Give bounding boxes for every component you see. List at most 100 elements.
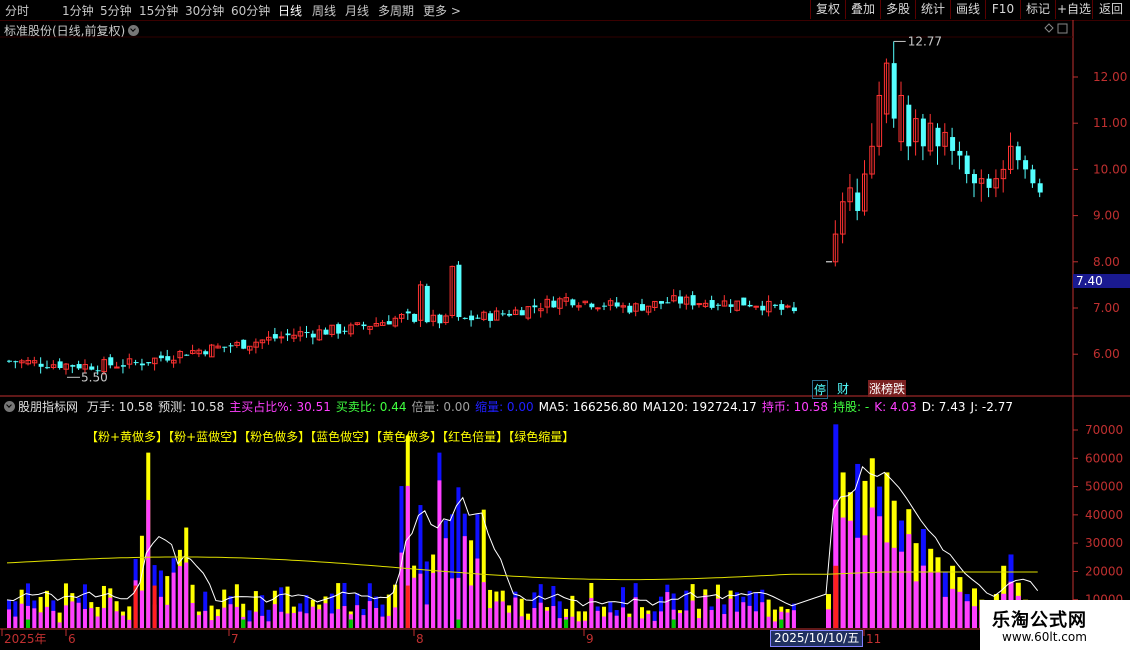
volume-bar-red — [833, 565, 839, 628]
volume-bar-pink — [753, 611, 758, 628]
indicator-value: MA120: 192724.17 — [642, 400, 757, 414]
volume-bar-pink — [19, 603, 24, 628]
candle-body — [920, 118, 926, 147]
dropdown-icon[interactable] — [128, 25, 140, 36]
indicator-dropdown-icon[interactable] — [4, 401, 15, 412]
volume-bar-pink — [899, 551, 904, 628]
volume-bar-pink — [146, 499, 151, 628]
volume-bar-pink — [734, 611, 739, 628]
volume-bar-pink — [595, 610, 600, 628]
candle-body — [791, 307, 797, 312]
volume-bar-pink — [847, 520, 853, 628]
volume-bar-pink — [633, 597, 638, 628]
price-tick-label: 7.00 — [1093, 301, 1120, 315]
volume-bar-pink — [747, 605, 752, 628]
volume-bar-pink — [855, 537, 861, 628]
volume-tick-label: 70000 — [1085, 423, 1123, 437]
volume-bar-pink — [614, 615, 619, 628]
date-tick-label: 8 — [416, 632, 424, 646]
volume-bar-pink — [519, 616, 524, 628]
volume-bar-pink — [709, 610, 714, 628]
volume-bar-pink — [469, 585, 474, 628]
volume-bar-pink — [684, 610, 689, 628]
volume-bar-pink — [342, 606, 347, 628]
volume-bar-pink — [696, 618, 701, 628]
volume-bar-pink — [431, 572, 436, 628]
candle-body — [747, 304, 753, 307]
volume-bar-pink — [228, 604, 233, 628]
legend-item: 【绿色缩量】 — [508, 430, 575, 444]
high-label: 12.77 — [908, 34, 942, 48]
indicator-value: J: -2.77 — [970, 400, 1013, 414]
candle-body — [602, 305, 608, 307]
candle-body — [1037, 183, 1043, 193]
volume-bar-pink — [964, 601, 970, 628]
volume-bar-pink — [481, 582, 486, 628]
volume-bar-pink — [869, 507, 875, 628]
volume-bar-pink — [513, 597, 518, 628]
volume-bar-pink — [677, 613, 682, 628]
candle-body — [696, 303, 702, 306]
candle-body — [146, 362, 152, 364]
volume-bar-pink — [63, 605, 68, 628]
volume-bar-pink — [32, 608, 37, 628]
indicator-value: 持币: 10.58 — [761, 400, 829, 414]
candle-body — [437, 314, 443, 324]
volume-bar-pink — [266, 621, 271, 628]
price-tick-label: 10.00 — [1093, 162, 1127, 176]
candle-body — [1030, 169, 1036, 184]
volume-bar-pink — [158, 596, 163, 628]
event-tag-suspend[interactable]: 停 — [812, 380, 829, 399]
indicator-name[interactable]: 股朋指标网 — [18, 400, 78, 414]
volume-bar-pink — [253, 611, 258, 628]
volume-bar-pink — [247, 621, 252, 628]
indicator-value: 买卖比: 0.44 — [335, 400, 407, 414]
volume-bar-pink — [760, 602, 765, 628]
candle-body — [456, 264, 462, 318]
volume-bar-pink — [772, 621, 777, 628]
candle-body — [89, 366, 95, 370]
candle-body — [551, 300, 557, 308]
candle-body — [304, 332, 310, 334]
candle-body — [228, 345, 234, 347]
candle-body — [158, 355, 164, 359]
volume-bar-pink — [785, 612, 790, 628]
date-tick-label: 9 — [586, 632, 594, 646]
candle-body — [462, 317, 468, 319]
candle-body — [412, 313, 418, 322]
volume-bar-pink — [526, 619, 531, 628]
candle-body — [986, 178, 992, 188]
volume-bar-pink — [317, 609, 322, 628]
volume-bar-pink — [412, 577, 417, 628]
volume-tick-label: 30000 — [1085, 536, 1123, 550]
date-tick-label: 7 — [231, 632, 239, 646]
candle-body — [589, 303, 595, 308]
candle-body — [500, 313, 506, 315]
kline-chart: 12.00 11.00 10.00 9.00 8.00 7.00 6.00 70000 6000… — [0, 20, 1130, 648]
candle-body — [165, 356, 171, 361]
volume-bar-pink — [165, 604, 170, 628]
indicator-value: 缩量: 0.00 — [475, 400, 534, 414]
candle-body — [7, 360, 12, 362]
volume-bar-pink — [646, 613, 651, 628]
candle-body — [386, 321, 392, 325]
volume-bar-pink — [196, 615, 201, 628]
volume-bar-pink — [972, 606, 977, 628]
watermark-title: 乐淘公式网 — [992, 610, 1087, 631]
volume-bar-pink — [920, 565, 926, 628]
price-tick-label: 9.00 — [1093, 209, 1120, 223]
indicator-value: 持股: - — [833, 400, 870, 414]
candle-body — [964, 155, 970, 175]
event-tag-ranking[interactable]: 涨榜跌 — [868, 380, 907, 397]
volume-bar-pink — [380, 616, 385, 628]
volume-bar-pink — [557, 618, 562, 628]
volume-bar-pink — [891, 547, 897, 628]
volume-bar-pink — [766, 616, 771, 628]
volume-bar-pink — [336, 609, 341, 628]
volume-bar-pink — [942, 596, 948, 628]
volume-bar-pink — [658, 611, 663, 628]
volume-bar-pink — [538, 602, 543, 628]
event-tag-finance[interactable]: 财 — [836, 380, 850, 397]
date-tick-label: 11 — [866, 632, 881, 646]
indicator-status: 股朋指标网 万手: 10.58 预测: 10.58 主买占比%: 30.51 买卖比:… — [4, 398, 1023, 415]
